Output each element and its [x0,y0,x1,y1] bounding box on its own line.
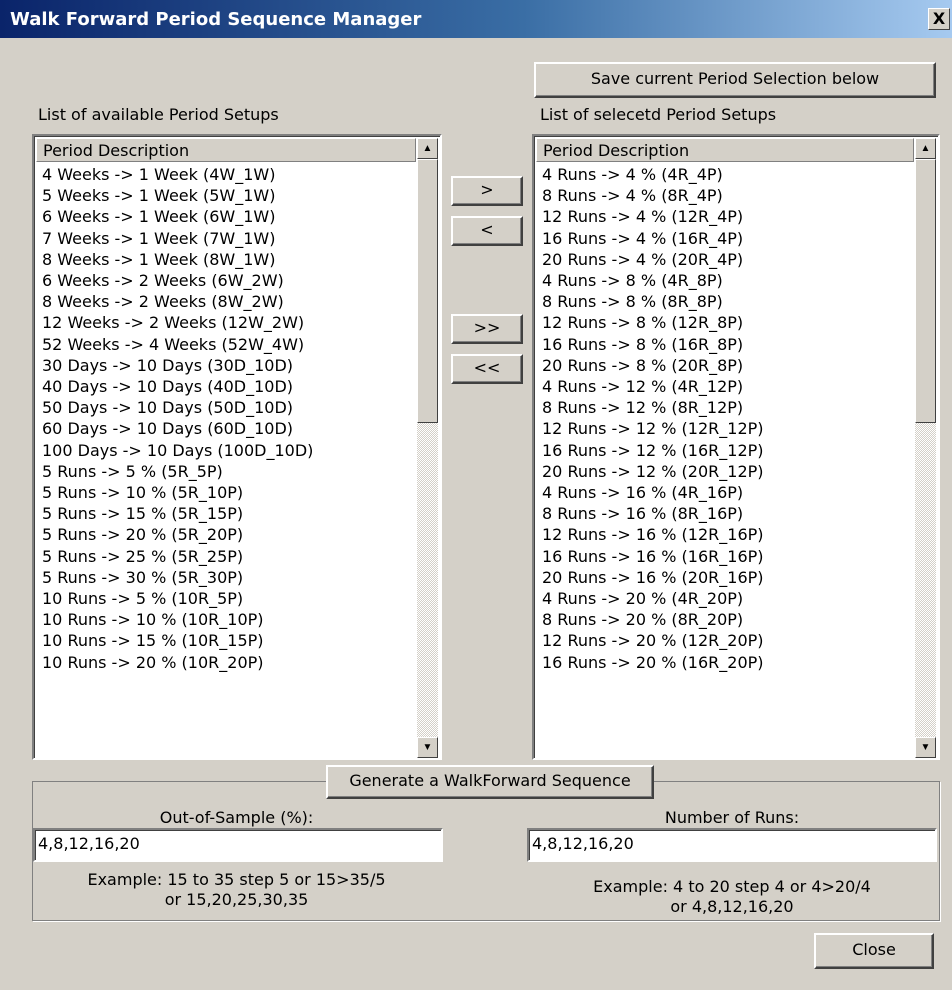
scroll-down-icon[interactable]: ▼ [417,737,438,758]
list-item[interactable]: 4 Weeks -> 1 Week (4W_1W) [42,164,313,185]
remove-button[interactable]: < [451,216,523,246]
list-item[interactable]: 4 Runs -> 8 % (4R_8P) [542,270,764,291]
selected-list[interactable]: Period Description 4 Runs -> 4 % (4R_4P)… [532,134,940,760]
title-bar: Walk Forward Period Sequence Manager X [0,0,952,38]
list-item[interactable]: 100 Days -> 10 Days (100D_10D) [42,440,313,461]
available-column-header[interactable]: Period Description [36,138,416,162]
list-item[interactable]: 16 Runs -> 4 % (16R_4P) [542,228,764,249]
oos-example-line1: Example: 15 to 35 step 5 or 15>35/5 [87,870,386,889]
list-item[interactable]: 16 Runs -> 12 % (16R_12P) [542,440,764,461]
list-item[interactable]: 16 Runs -> 8 % (16R_8P) [542,334,764,355]
list-item[interactable]: 40 Days -> 10 Days (40D_10D) [42,376,313,397]
runs-input[interactable]: 4,8,12,16,20 [527,828,937,862]
save-selection-button[interactable]: Save current Period Selection below [534,62,936,98]
add-all-button[interactable]: >> [451,314,523,344]
list-item[interactable]: 16 Runs -> 16 % (16R_16P) [542,546,764,567]
add-button[interactable]: > [451,176,523,206]
list-item[interactable]: 5 Weeks -> 1 Week (5W_1W) [42,185,313,206]
oos-label: Out-of-Sample (%): [159,808,314,827]
list-item[interactable]: 8 Weeks -> 1 Week (8W_1W) [42,249,313,270]
close-icon[interactable]: X [928,8,950,30]
list-item[interactable]: 8 Runs -> 12 % (8R_12P) [542,397,764,418]
list-item[interactable]: 8 Runs -> 20 % (8R_20P) [542,609,764,630]
list-item[interactable]: 12 Runs -> 4 % (12R_4P) [542,206,764,227]
list-item[interactable]: 20 Runs -> 4 % (20R_4P) [542,249,764,270]
list-item[interactable]: 16 Runs -> 20 % (16R_20P) [542,652,764,673]
list-item[interactable]: 5 Runs -> 20 % (5R_20P) [42,524,313,545]
list-item[interactable]: 12 Runs -> 16 % (12R_16P) [542,524,764,545]
list-item[interactable]: 8 Runs -> 4 % (8R_4P) [542,185,764,206]
list-item[interactable]: 10 Runs -> 5 % (10R_5P) [42,588,313,609]
list-item[interactable]: 60 Days -> 10 Days (60D_10D) [42,418,313,439]
list-item[interactable]: 5 Runs -> 15 % (5R_15P) [42,503,313,524]
window-title: Walk Forward Period Sequence Manager [10,9,422,30]
runs-example-line1: Example: 4 to 20 step 4 or 4>20/4 [593,877,871,896]
oos-input[interactable]: 4,8,12,16,20 [33,828,443,862]
scroll-down-icon[interactable]: ▼ [915,737,936,758]
list-item[interactable]: 6 Weeks -> 1 Week (6W_1W) [42,206,313,227]
list-item[interactable]: 10 Runs -> 10 % (10R_10P) [42,609,313,630]
list-item[interactable]: 20 Runs -> 16 % (20R_16P) [542,567,764,588]
oos-example-line2: or 15,20,25,30,35 [164,890,309,909]
list-item[interactable]: 4 Runs -> 12 % (4R_12P) [542,376,764,397]
list-item[interactable]: 5 Runs -> 30 % (5R_30P) [42,567,313,588]
available-scrollbar[interactable]: ▲ ▼ [417,138,438,758]
runs-label: Number of Runs: [664,808,800,827]
available-list-label: List of available Period Setups [38,105,279,124]
list-item[interactable]: 52 Weeks -> 4 Weeks (52W_4W) [42,334,313,355]
available-list[interactable]: Period Description 4 Weeks -> 1 Week (4W… [32,134,442,760]
list-item[interactable]: 10 Runs -> 15 % (10R_15P) [42,630,313,651]
list-item[interactable]: 4 Runs -> 4 % (4R_4P) [542,164,764,185]
selected-items: 4 Runs -> 4 % (4R_4P) 8 Runs -> 4 % (8R_4… [542,164,764,673]
scroll-up-icon[interactable]: ▲ [417,138,438,159]
list-item[interactable]: 5 Runs -> 25 % (5R_25P) [42,546,313,567]
list-item[interactable]: 4 Runs -> 20 % (4R_20P) [542,588,764,609]
list-item[interactable]: 8 Weeks -> 2 Weeks (8W_2W) [42,291,313,312]
list-item[interactable]: 10 Runs -> 20 % (10R_20P) [42,652,313,673]
list-item[interactable]: 12 Runs -> 12 % (12R_12P) [542,418,764,439]
list-item[interactable]: 5 Runs -> 10 % (5R_10P) [42,482,313,503]
remove-all-button[interactable]: << [451,354,523,384]
selected-list-label: List of selecetd Period Setups [540,105,777,124]
list-item[interactable]: 12 Weeks -> 2 Weeks (12W_2W) [42,312,313,333]
generate-sequence-button[interactable]: Generate a WalkForward Sequence [326,765,654,799]
runs-example-line2: or 4,8,12,16,20 [670,897,794,916]
list-item[interactable]: 8 Runs -> 16 % (8R_16P) [542,503,764,524]
list-item[interactable]: 12 Runs -> 8 % (12R_8P) [542,312,764,333]
scroll-thumb[interactable] [417,159,438,423]
available-items: 4 Weeks -> 1 Week (4W_1W) 5 Weeks -> 1 We… [42,164,313,673]
selected-scrollbar[interactable]: ▲ ▼ [915,138,936,758]
scroll-up-icon[interactable]: ▲ [915,138,936,159]
list-item[interactable]: 20 Runs -> 8 % (20R_8P) [542,355,764,376]
list-item[interactable]: 8 Runs -> 8 % (8R_8P) [542,291,764,312]
selected-column-header[interactable]: Period Description [536,138,914,162]
scroll-thumb[interactable] [915,159,936,423]
close-button[interactable]: Close [814,933,934,969]
list-item[interactable]: 50 Days -> 10 Days (50D_10D) [42,397,313,418]
list-item[interactable]: 5 Runs -> 5 % (5R_5P) [42,461,313,482]
list-item[interactable]: 4 Runs -> 16 % (4R_16P) [542,482,764,503]
list-item[interactable]: 7 Weeks -> 1 Week (7W_1W) [42,228,313,249]
list-item[interactable]: 20 Runs -> 12 % (20R_12P) [542,461,764,482]
list-item[interactable]: 6 Weeks -> 2 Weeks (6W_2W) [42,270,313,291]
list-item[interactable]: 30 Days -> 10 Days (30D_10D) [42,355,313,376]
list-item[interactable]: 12 Runs -> 20 % (12R_20P) [542,630,764,651]
